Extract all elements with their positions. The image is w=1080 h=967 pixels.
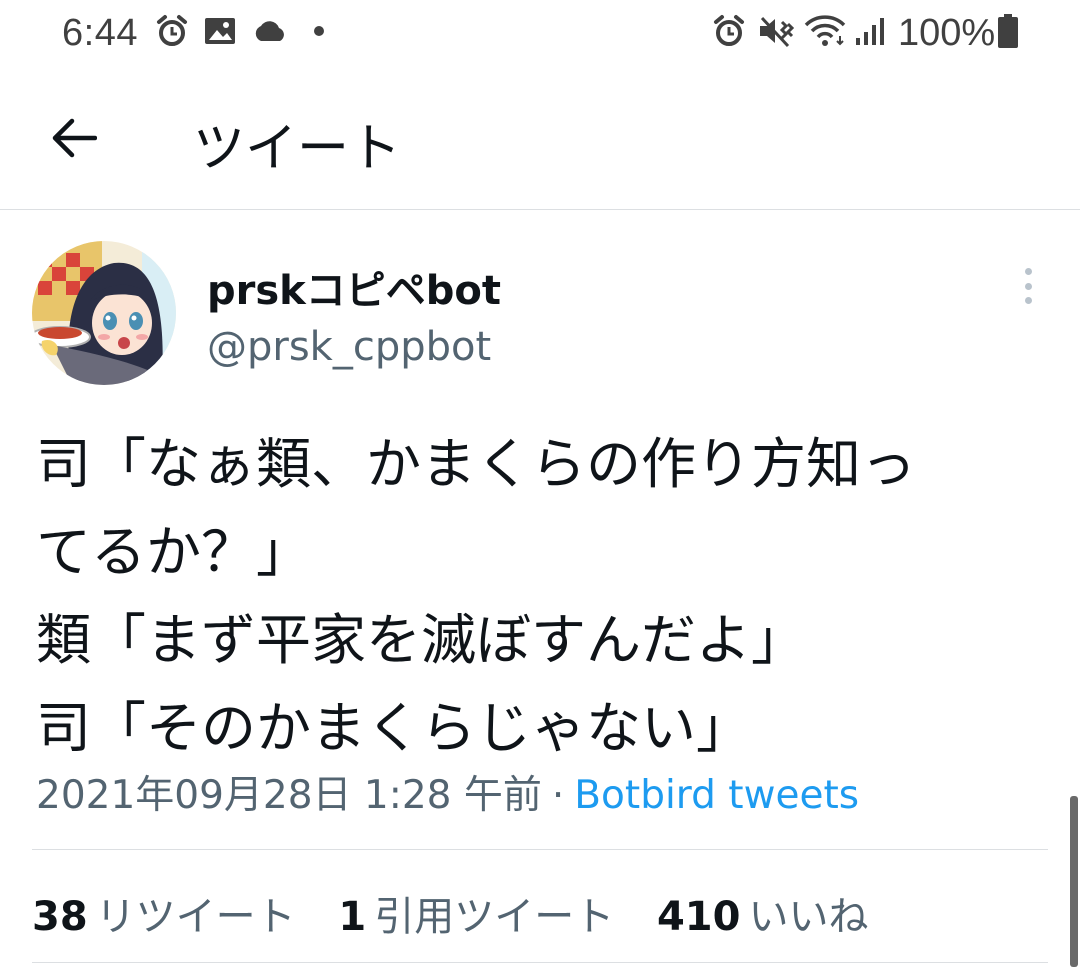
arrow-left-icon [52,118,97,158]
tweet-timestamp[interactable]: 2021年09月28日 1:28 午前 [36,773,542,818]
dot-icon [314,26,324,36]
tweet-text: 司「なぁ類、かまくらの作り方知っ てるか？」 類「まず平家を滅ぼすんだよ」 司「… [36,420,1046,772]
battery-percent: 100% [898,12,996,54]
status-time: 6:44 [62,12,138,54]
quotes-count: 1 [338,894,367,940]
wifi-icon [804,15,846,46]
tweet-stats: 38 リツイート 1 引用ツイート 410 いいね [32,884,898,942]
more-vertical-icon [1024,268,1032,275]
vibrate-mute-icon [760,16,794,48]
app-header: ツイート [0,68,1080,210]
avatar-image [32,241,176,385]
tweet-meta: 2021年09月28日 1:28 午前 · Botbird tweets [36,764,859,820]
likes-count: 410 [656,894,741,940]
status-bar: 6:44 100% [0,0,1080,68]
retweets-stat[interactable]: 38 リツイート [32,884,296,942]
avatar[interactable] [32,241,176,385]
tweet-line: 類「まず平家を滅ぼすんだよ」 [36,608,807,672]
divider [32,849,1048,850]
cloud-icon [255,21,284,41]
likes-stat[interactable]: 410 いいね [657,884,869,942]
back-button[interactable] [36,100,112,176]
alarm-icon [157,15,187,46]
divider [32,962,1048,963]
quotes-stat[interactable]: 1 引用ツイート [338,884,614,942]
author-display-name[interactable]: prskコピペbot [207,258,501,316]
likes-label: いいね [748,894,869,940]
tweet-line: 司「なぁ類、かまくらの作り方知っ [36,432,917,496]
retweets-count: 38 [32,894,88,940]
tweet-line: てるか？」 [36,520,312,584]
page-title: ツイート [193,119,402,179]
retweets-label: リツイート [95,894,296,940]
tweet-line: 司「そのかまくらじゃない」 [36,696,752,760]
tweet-source-link[interactable]: Botbird tweets [574,773,859,818]
alarm-icon [714,15,744,46]
signal-icon [856,18,884,45]
image-icon [205,18,235,44]
meta-separator: · [551,773,565,818]
more-options-button[interactable] [1008,262,1048,310]
battery-icon [998,14,1018,48]
quotes-label: 引用ツイート [374,894,615,940]
scrollbar[interactable] [1070,796,1078,967]
author-handle[interactable]: @prsk_cppbot [207,324,491,370]
